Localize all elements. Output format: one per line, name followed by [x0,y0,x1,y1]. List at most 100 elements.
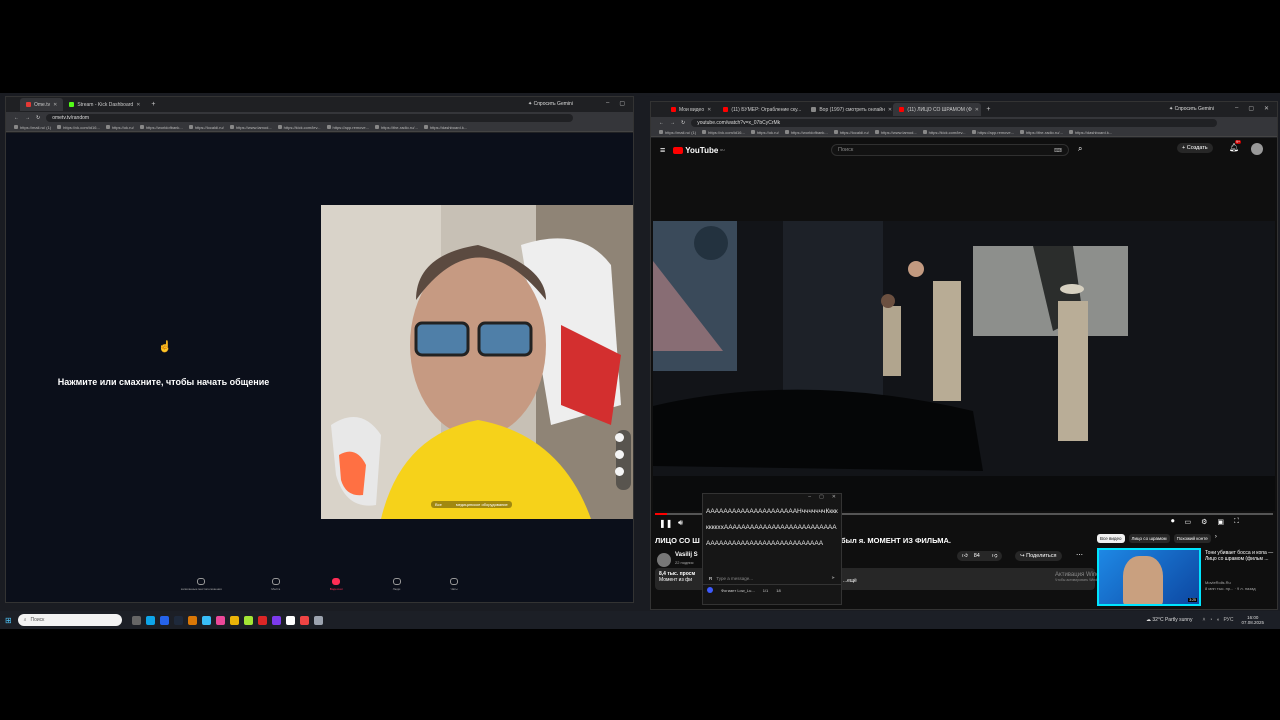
maximize-icon[interactable]: ▢ [619,100,625,107]
close-tab-icon[interactable]: ✕ [975,107,979,113]
reload-icon[interactable]: ↻ [36,115,40,121]
folder-icon[interactable] [230,615,240,625]
chat-input[interactable]: Type a message... [716,576,753,581]
tab-ometv[interactable]: Ome.tv ✕ [20,98,64,111]
share-button[interactable]: ↪ Поделиться [1015,551,1062,561]
send-icon[interactable]: ➤ [831,575,835,581]
new-tab-icon[interactable]: + [151,101,155,108]
search-icon[interactable]: ⌕ [1078,144,1082,154]
close-tab-icon[interactable]: ✕ [136,102,140,108]
back-icon[interactable]: ← [659,120,664,126]
notifications-bell-icon[interactable]: 🔔︎ [1229,143,1239,152]
bookmark-item[interactable]: https://kick.com/lev... [277,125,321,130]
bookmark-item[interactable]: https://dashboard.k... [423,125,467,130]
minimize-icon[interactable]: – [1235,105,1238,112]
chip-scarface[interactable]: Лицо со шрамом [1128,534,1170,543]
nav-videochat[interactable]: Видеочат [330,578,343,598]
edge-icon[interactable] [146,615,156,625]
recommended-video[interactable]: 3:25 Тони убивает босса и копа — Лицо со… [1097,548,1275,606]
maximize-icon[interactable]: ▢ [1248,105,1254,112]
bookmark-item[interactable]: https://vk.com/id16... [57,125,100,130]
chrome-icon[interactable] [300,615,310,625]
fullscreen-icon[interactable]: ⛶ [1234,518,1239,526]
minimize-icon[interactable]: – [606,100,609,107]
bookmark-item[interactable]: https://app.remove... [971,130,1014,135]
tab-vor[interactable]: Вор (1997) смотреть онлайн ✕ [805,103,893,116]
channel-avatar[interactable] [657,553,671,567]
bookmark-item[interactable]: https://worldofbank... [139,125,183,130]
bookmark-item[interactable]: https://ok.ru/ [105,125,134,130]
bookmark-item[interactable]: https://dashboard.k... [1068,130,1112,135]
volume-icon[interactable]: 🔊︎ [678,518,683,528]
gemini-button[interactable]: ✦ Спросить Gemini [528,101,573,107]
settings-gear-icon[interactable]: ⚙ [1201,518,1207,526]
close-window-icon[interactable]: ✕ [1264,105,1269,112]
menu-icon[interactable]: ≡ [660,145,665,155]
like-button[interactable]: 👍︎ 84 👎︎ [957,551,1003,561]
close-tab-icon[interactable]: ✕ [888,107,892,113]
chips-next-icon[interactable]: › [1215,534,1217,543]
chat-close-icon[interactable]: ✕ [832,494,836,502]
nav-chats[interactable]: Чаты [450,578,459,598]
tab-bumer[interactable]: (11) БУМЕР: Ограбление ску...✕ [717,103,805,116]
channel-name[interactable]: Vasilij S [675,552,698,558]
mic-icon[interactable] [615,433,624,442]
search-input[interactable]: Поиск ⌨ [831,144,1069,156]
camera-toggle-icon[interactable] [615,450,624,459]
video-player[interactable] [653,221,1275,511]
steam-icon[interactable] [174,615,184,625]
nav-locations[interactable]: записанные местоположения [181,578,222,598]
app-icon[interactable] [188,615,198,625]
bookmark-item[interactable]: https://kick.com/lev... [922,130,966,135]
bookmark-item[interactable]: https://the-radio.ru/... [1019,130,1063,135]
miniplayer-icon[interactable]: ▣ [1217,518,1224,526]
tab-scarface[interactable]: (11) ЛИЦО СО ШРАМОМ (Ф ✕ [893,103,982,116]
thumbs-down-icon[interactable]: 👎︎ [992,553,998,559]
app-icon[interactable] [272,615,282,625]
taskbar-search[interactable]: ⌕ Поиск [17,614,122,626]
chip-similar[interactable]: Похожий конте [1173,534,1211,543]
bookmark-item[interactable]: https://ok.ru/ [750,130,779,135]
bookmark-item[interactable]: https://vk.com/id16... [702,130,745,135]
back-icon[interactable]: ← [14,115,19,121]
weather-widget[interactable]: ☁ 32°C Partly sunny [1146,617,1192,623]
forward-icon[interactable]: → [670,120,675,126]
tray-up-icon[interactable]: ˄ [1202,617,1205,623]
task-view-icon[interactable] [132,615,142,625]
description-more[interactable]: ...ещё [843,578,857,584]
bookmark-item[interactable]: https://localdi.ru/ [188,125,224,130]
app-icon[interactable] [244,615,254,625]
keyboard-icon[interactable]: ⌨ [1054,146,1062,156]
url-field[interactable]: ometv.tv/random [46,113,573,122]
bookmark-item[interactable]: https://localdi.ru/ [833,130,869,135]
forward-icon[interactable]: → [25,115,30,121]
explorer-icon[interactable] [160,615,170,625]
start-chat-text[interactable]: Нажмите или смахните, чтобы начать общен… [6,377,321,387]
avatar[interactable] [1251,143,1263,155]
gemini-button[interactable]: ✦ Спросить Gemini [1169,106,1214,112]
bookmark-item[interactable]: https://worldofbank... [784,130,828,135]
bookmark-item[interactable]: https://app.remove... [326,125,369,130]
app-icon[interactable] [314,615,324,625]
new-tab-icon[interactable]: + [986,106,990,113]
chat-minimize-icon[interactable]: – [808,494,811,502]
more-actions-icon[interactable]: ⋯ [1076,551,1083,559]
youtube-logo[interactable]: YouTube RU [673,146,725,155]
nav-people[interactable]: Люди [392,578,401,598]
clock[interactable]: 16:00 07.08.2025 [1241,615,1264,625]
subtitles-icon[interactable]: ▭ [1185,518,1192,526]
chat-maximize-icon[interactable]: ▢ [819,494,824,502]
gift-icon[interactable] [615,467,624,476]
chip-all-videos[interactable]: Все видео [1097,534,1125,543]
language-indicator[interactable]: РУС [1223,617,1233,623]
close-tab-icon[interactable]: ✕ [707,107,711,113]
bookmark-item[interactable]: https://www.lamod... [229,125,272,130]
telegram-icon[interactable] [202,615,212,625]
pause-icon[interactable]: ❚❚ [659,519,672,528]
network-icon[interactable]: ◔ [1209,617,1212,623]
reload-icon[interactable]: ↻ [681,120,685,126]
tab-kick-dashboard[interactable]: Stream - Kick Dashboard ✕ [63,98,146,111]
app-icon[interactable] [258,615,268,625]
bookmark-item[interactable]: https://mail.ru/ (1) [14,125,51,130]
app-icon[interactable] [216,615,226,625]
